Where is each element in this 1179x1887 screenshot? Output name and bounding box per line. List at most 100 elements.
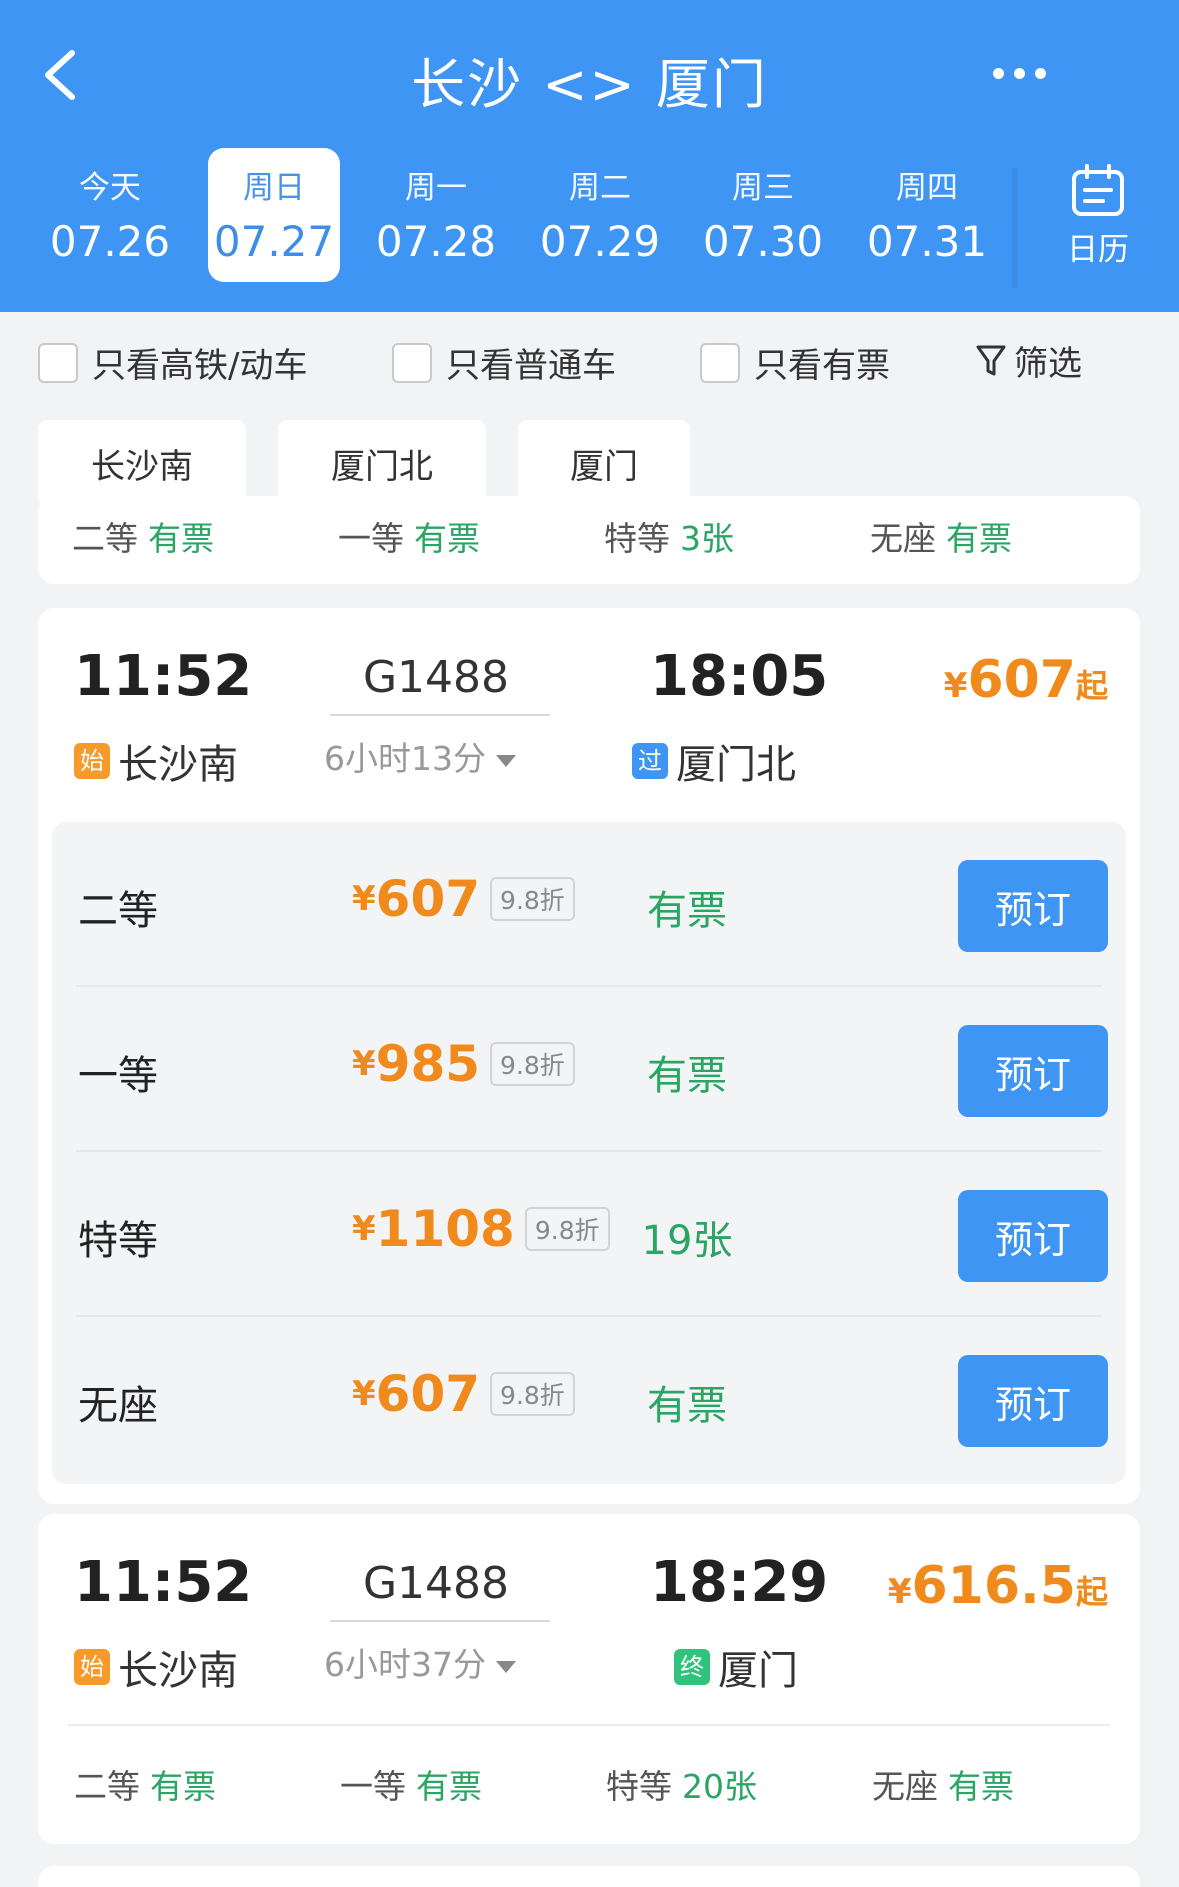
price-value: 607 [375,870,481,928]
seat-summary: 无座 有票 [872,1760,1014,1808]
date-tab-0728[interactable]: 周一 07.28 [370,148,502,282]
filter-button[interactable]: 筛选 [976,336,1082,385]
calendar-icon [1072,164,1124,216]
train-card-partial[interactable]: 二等 有票 一等 有票 特等 3张 无座 有票 [38,496,1140,584]
seat-status: 有票 [148,519,214,558]
calendar-button[interactable]: 日历 [1050,160,1146,270]
book-button[interactable]: 预订 [958,1190,1108,1282]
date-tab-0731[interactable]: 周四 07.31 [861,148,993,282]
price-value: 985 [375,1035,481,1093]
price-value: 616.5 [911,1556,1076,1616]
train-card[interactable]: 11:52 G1488 18:29 ¥616.5起 始长沙南 6小时37分 终厦… [38,1514,1140,1844]
currency-symbol: ¥ [352,1044,376,1084]
more-dot [1034,67,1046,79]
date-weekday: 周二 [569,170,631,206]
date-value: 07.31 [866,217,988,266]
date-value: 07.26 [49,217,171,266]
station-name: 厦门 [718,1648,798,1694]
seat-status: 20张 [682,1767,757,1806]
caret-down-icon [496,754,516,767]
seat-status: 有票 [416,1767,482,1806]
seat-summary: 二等 有票 [72,512,214,560]
book-button[interactable]: 预订 [958,1355,1108,1447]
seat-class: 一等 [340,1767,406,1806]
seat-summary: 无座 有票 [870,512,1012,560]
date-weekday: 周四 [896,170,958,206]
available-only-checkbox[interactable]: 只看有票 [700,338,890,387]
date-value: 07.28 [375,217,497,266]
train-number: G1488 [362,652,510,703]
train-card-expanded[interactable]: 11:52 G1488 18:05 ¥607起 始长沙南 6小时13分 过厦门北… [38,608,1140,1504]
seat-row-standing: 无座 ¥607 9.8折 有票 预订 [52,1317,1126,1482]
seat-status: 有票 [946,519,1012,558]
station-name: 厦门北 [676,742,796,788]
seat-summary: 一等 有票 [340,1760,482,1808]
seat-price: ¥607 9.8折 [352,1365,575,1423]
date-value: 07.27 [213,217,335,266]
book-button[interactable]: 预订 [958,860,1108,952]
seat-class: 二等 [78,888,158,934]
train-card-next[interactable] [38,1866,1140,1887]
arrival-station: 过厦门北 [632,732,796,790]
seat-class: 二等 [74,1767,140,1806]
seat-row-first-class: 一等 ¥985 9.8折 有票 预订 [52,987,1126,1152]
arrival-time: 18:29 [650,1550,829,1615]
date-tab-0729[interactable]: 周二 07.29 [534,148,666,282]
date-weekday: 周一 [405,170,467,206]
more-button[interactable] [979,50,1059,96]
filter-bar: 只看高铁/动车 只看普通车 只看有票 筛选 [0,312,1179,402]
date-tab-0726[interactable]: 今天 07.26 [44,148,176,282]
checkbox-box [38,342,78,383]
caret-down-icon [496,1660,516,1673]
seat-status: 有票 [647,888,727,934]
duration-text: 6小时13分 [324,739,486,778]
currency-symbol: ¥ [352,879,376,919]
seat-status: 有票 [647,1053,727,1099]
pass-badge: 过 [632,743,668,779]
checkbox-box [392,342,432,383]
start-badge: 始 [74,1649,110,1685]
price-from-suffix: 起 [1075,667,1108,705]
departure-time: 11:52 [74,644,253,709]
seat-status: 有票 [948,1767,1014,1806]
seat-class: 一等 [78,1053,158,1099]
train-line [330,1620,550,1622]
price-value: 607 [967,650,1076,710]
card-divider [68,1724,1110,1726]
checkbox-label: 只看普通车 [446,346,616,386]
date-tab-0730[interactable]: 周三 07.30 [697,148,829,282]
seat-price: ¥607 9.8折 [352,870,575,928]
duration-toggle[interactable]: 6小时13分 [300,732,540,780]
more-dot [1013,67,1025,79]
high-speed-checkbox[interactable]: 只看高铁/动车 [38,338,307,387]
seat-summary: 特等 20张 [606,1760,757,1808]
currency-symbol: ¥ [352,1209,376,1249]
date-weekday: 今天 [79,170,141,206]
seat-price: ¥985 9.8折 [352,1035,575,1093]
station-chip-xiamenbei[interactable]: 厦门北 [278,420,486,506]
station-name: 长沙南 [118,1648,238,1694]
date-tabs: 今天 07.26 周日 07.27 周一 07.28 周二 07.29 周三 0… [0,148,1010,282]
normal-train-checkbox[interactable]: 只看普通车 [392,338,616,387]
app-header: 长沙 <> 厦门 今天 07.26 周日 07.27 周一 07.28 周二 0… [0,0,1179,312]
seat-class: 无座 [78,1383,158,1429]
price-from-suffix: 起 [1075,1573,1108,1611]
seat-class: 二等 [72,519,138,558]
seat-class: 特等 [604,519,670,558]
station-chip-xiamen[interactable]: 厦门 [518,420,690,506]
date-value: 07.30 [702,217,824,266]
book-button[interactable]: 预订 [958,1025,1108,1117]
price-value: 607 [375,1365,481,1423]
currency-symbol: ¥ [352,1374,376,1414]
seat-status: 有票 [150,1767,216,1806]
duration-text: 6小时37分 [324,1645,486,1684]
price-value: 1108 [375,1200,515,1258]
more-horizontal-icon [992,67,1004,79]
duration-toggle[interactable]: 6小时37分 [300,1638,540,1686]
filter-icon [976,345,1006,375]
station-chip-changshanan[interactable]: 长沙南 [38,420,246,506]
seat-status: 19张 [641,1218,733,1264]
date-weekday: 周日 [243,170,305,206]
arrival-time: 18:05 [650,644,829,709]
date-tab-0727[interactable]: 周日 07.27 [208,148,340,282]
